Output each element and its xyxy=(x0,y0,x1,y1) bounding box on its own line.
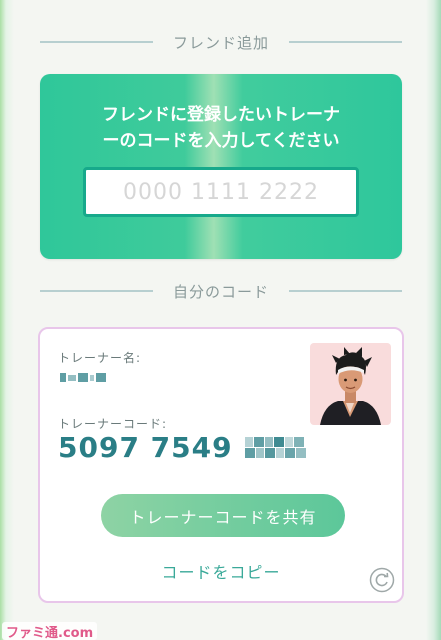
pixel xyxy=(90,374,94,381)
pixel xyxy=(295,447,306,458)
my-code-title: 自分のコード xyxy=(173,282,270,301)
trainer-code-redacted xyxy=(244,436,313,458)
my-code-header: 自分のコード xyxy=(40,279,403,303)
pixel xyxy=(284,447,295,458)
prompt-line-1: フレンドに登録したいトレーナ xyxy=(102,105,340,125)
copy-code-link[interactable]: コードをコピー xyxy=(40,559,402,583)
divider-left xyxy=(40,41,153,43)
friend-code-input[interactable] xyxy=(83,167,359,217)
trainer-code: 5097 7549 xyxy=(58,427,313,467)
pixel xyxy=(264,436,273,447)
pixel xyxy=(244,447,255,458)
trainer-name-redacted xyxy=(60,373,106,382)
share-trainer-code-button[interactable]: トレーナーコードを共有 xyxy=(101,494,345,537)
trainer-avatar xyxy=(310,343,391,425)
pixel xyxy=(244,436,253,447)
pixel xyxy=(264,447,275,458)
divider-right xyxy=(289,41,403,43)
pixel xyxy=(293,436,304,447)
trainer-name-label: トレーナー名: xyxy=(58,351,142,365)
friend-add-card: フレンドに登録したいトレーナ ーのコードを入力してください xyxy=(40,74,402,259)
pixel xyxy=(275,447,284,458)
divider-left xyxy=(40,290,153,292)
my-code-card: トレーナー名: トレーナーコード: 5097 7549 トレーナーコードを共有 … xyxy=(38,327,404,603)
pixel xyxy=(60,373,66,382)
refresh-icon[interactable] xyxy=(369,567,395,593)
prompt-line-2: ーのコードを入力してください xyxy=(102,131,340,151)
trainer-code-number: 5097 7549 xyxy=(58,430,233,464)
pixel xyxy=(255,447,264,458)
pixel xyxy=(96,373,106,382)
pixel xyxy=(273,436,284,447)
friend-add-title: フレンド追加 xyxy=(173,33,270,52)
pixel xyxy=(68,374,76,381)
pixel xyxy=(78,373,88,382)
divider-right xyxy=(289,290,403,292)
friend-code-prompt: フレンドに登録したいトレーナ ーのコードを入力してください xyxy=(56,102,386,154)
pixel xyxy=(253,436,264,447)
avatar-image xyxy=(320,347,381,425)
friend-add-header: フレンド追加 xyxy=(40,30,403,54)
famitsu-watermark-logo: ファミ通.com xyxy=(2,622,98,640)
pixel xyxy=(284,436,293,447)
